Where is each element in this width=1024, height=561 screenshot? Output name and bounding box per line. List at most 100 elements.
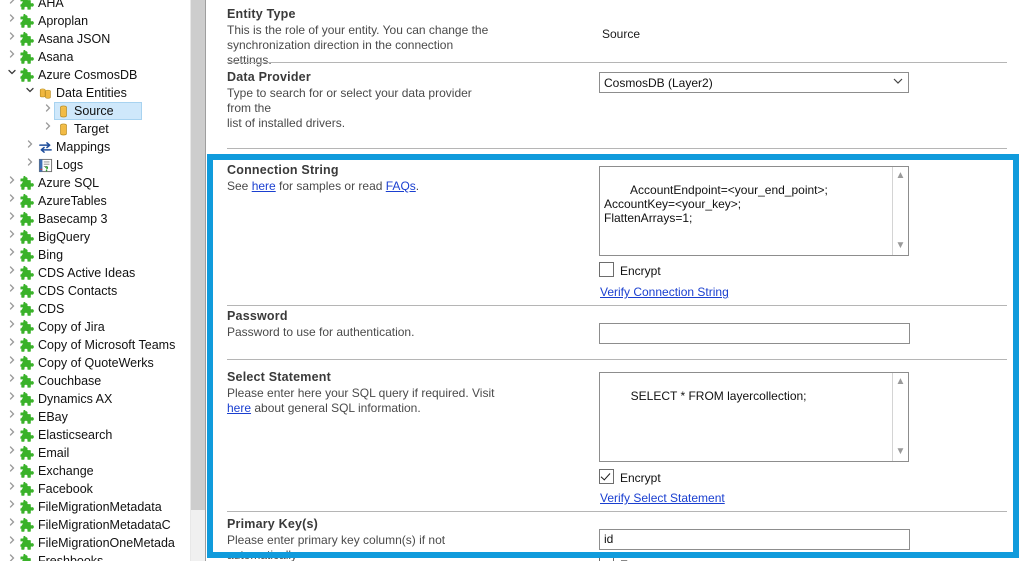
chevron-right-icon[interactable] (40, 120, 56, 138)
chevron-right-icon[interactable] (4, 0, 20, 12)
tree-item-elasticsearch[interactable]: Elasticsearch (0, 426, 190, 444)
chevron-right-icon[interactable] (4, 12, 20, 30)
tree-scrollbar-thumb[interactable] (191, 0, 206, 510)
connection-string-scrollbar[interactable]: ▲ ▼ (892, 167, 908, 255)
scroll-down-icon[interactable]: ▼ (893, 239, 908, 253)
chevron-right-icon[interactable] (4, 192, 20, 210)
tree-item-cds[interactable]: CDS (0, 300, 190, 318)
tree-item-azure-cosmosdb[interactable]: Azure CosmosDB (0, 66, 190, 84)
primary-keys-field[interactable]: id (599, 529, 910, 550)
select-statement-encrypt-checkbox[interactable] (599, 469, 614, 484)
tree-item-azuretables[interactable]: AzureTables (0, 192, 190, 210)
chevron-down-icon[interactable] (22, 84, 38, 102)
tree-item-label: Copy of QuoteWerks (38, 356, 154, 370)
tree-item-label: Facebook (38, 482, 93, 496)
chevron-right-icon[interactable] (4, 480, 20, 498)
data-provider-description: Type to search for or select your data p… (227, 86, 497, 131)
scroll-down-icon[interactable]: ▼ (893, 445, 908, 459)
chevron-right-icon[interactable] (4, 426, 20, 444)
verify-connection-string-link[interactable]: Verify Connection String (600, 285, 729, 299)
chevron-right-icon[interactable] (4, 462, 20, 480)
chevron-right-icon[interactable] (4, 444, 20, 462)
chevron-right-icon[interactable] (4, 300, 20, 318)
chevron-right-icon[interactable] (4, 336, 20, 354)
tree-item-copy-of-jira[interactable]: Copy of Jira (0, 318, 190, 336)
tree-item-bing[interactable]: Bing (0, 246, 190, 264)
tree-item-copy-of-microsoft-teams[interactable]: Copy of Microsoft Teams (0, 336, 190, 354)
chevron-right-icon[interactable] (4, 516, 20, 534)
tree-item-target[interactable]: Target (0, 120, 190, 138)
primary-keys-encrypt-checkbox[interactable] (599, 556, 614, 561)
tree-item-copy-of-quotewerks[interactable]: Copy of QuoteWerks (0, 354, 190, 372)
tree-item-filemigrationmetadata[interactable]: FileMigrationMetadata (0, 498, 190, 516)
tree-item-asana[interactable]: Asana (0, 48, 190, 66)
chevron-right-icon[interactable] (4, 534, 20, 552)
tree-item-aproplan[interactable]: Aproplan (0, 12, 190, 30)
chevron-right-icon[interactable] (4, 228, 20, 246)
verify-select-statement-link[interactable]: Verify Select Statement (600, 491, 725, 505)
chevron-right-icon[interactable] (4, 354, 20, 372)
tree-item-freshbooks[interactable]: Freshbooks (0, 552, 190, 561)
tree-item-facebook[interactable]: Facebook (0, 480, 190, 498)
chevron-right-icon[interactable] (4, 174, 20, 192)
connection-string-encrypt-checkbox[interactable] (599, 262, 614, 277)
chevron-right-icon[interactable] (40, 102, 56, 120)
tree-item-azure-sql[interactable]: Azure SQL (0, 174, 190, 192)
tree-item-bigquery[interactable]: BigQuery (0, 228, 190, 246)
tree-item-source[interactable]: Source (0, 102, 190, 120)
select-statement-encrypt-row[interactable]: Encrypt (599, 469, 661, 485)
tree-item-exchange[interactable]: Exchange (0, 462, 190, 480)
tree-item-aha[interactable]: AHA (0, 0, 190, 12)
connection-string-faqs-link[interactable]: FAQs (386, 179, 416, 193)
tree-item-email[interactable]: Email (0, 444, 190, 462)
tree-item-data-entities[interactable]: Data Entities (0, 84, 190, 102)
connector-tree-panel[interactable]: AHA Aproplan Asana JSON Asana Azure CosmosDB… (0, 0, 190, 561)
chevron-right-icon[interactable] (4, 390, 20, 408)
connection-string-encrypt-row[interactable]: Encrypt (599, 262, 661, 278)
chevron-right-icon[interactable] (4, 372, 20, 390)
chevron-right-icon[interactable] (4, 30, 20, 48)
scroll-up-icon[interactable]: ▲ (893, 375, 908, 389)
tree-vertical-scrollbar[interactable] (190, 0, 206, 561)
chevron-right-icon[interactable] (22, 138, 38, 156)
chevron-right-icon[interactable] (4, 498, 20, 516)
chevron-right-icon[interactable] (4, 408, 20, 426)
tree-item-asana-json[interactable]: Asana JSON (0, 30, 190, 48)
chevron-down-icon[interactable] (4, 66, 20, 84)
chevron-right-icon[interactable] (4, 48, 20, 66)
data-entities-icon (38, 86, 53, 101)
password-field[interactable] (599, 323, 910, 344)
connector-icon (19, 391, 35, 407)
scroll-up-icon[interactable]: ▲ (893, 169, 908, 183)
tree-item-basecamp-3[interactable]: Basecamp 3 (0, 210, 190, 228)
tree-item-couchbase[interactable]: Couchbase (0, 372, 190, 390)
chevron-right-icon[interactable] (4, 246, 20, 264)
chevron-right-icon[interactable] (22, 156, 38, 174)
tree-item-dynamics-ax[interactable]: Dynamics AX (0, 390, 190, 408)
chevron-right-icon[interactable] (4, 210, 20, 228)
tree-item-label: Asana JSON (38, 32, 111, 46)
connection-string-textarea[interactable]: AccountEndpoint=<your_end_point>; Accoun… (599, 166, 909, 256)
chevron-right-icon[interactable] (4, 264, 20, 282)
tree-item-cds-contacts[interactable]: CDS Contacts (0, 282, 190, 300)
select-statement-here-link[interactable]: here (227, 401, 251, 415)
tree-item-filemigrationmetadatac[interactable]: FileMigrationMetadataC (0, 516, 190, 534)
password-description: Password to use for authentication. (227, 325, 415, 339)
tree-item-filemigrationonemetada[interactable]: FileMigrationOneMetada (0, 534, 190, 552)
tree-item-label: BigQuery (38, 230, 91, 244)
tree-item-ebay[interactable]: EBay (0, 408, 190, 426)
tree-item-mappings[interactable]: Mappings (0, 138, 190, 156)
entity-icon (56, 104, 71, 119)
connection-string-here-link[interactable]: here (252, 179, 276, 193)
chevron-right-icon[interactable] (4, 552, 20, 561)
data-provider-select[interactable]: CosmosDB (Layer2) (599, 72, 909, 93)
select-statement-textarea[interactable]: SELECT * FROM layercollection; ▲ ▼ (599, 372, 909, 462)
chevron-right-icon[interactable] (4, 318, 20, 336)
connector-icon (20, 553, 35, 561)
primary-keys-value: id (604, 532, 614, 546)
chevron-right-icon[interactable] (4, 282, 20, 300)
primary-keys-encrypt-row[interactable]: Encrypt (599, 556, 661, 561)
tree-item-cds-active-ideas[interactable]: CDS Active Ideas (0, 264, 190, 282)
select-statement-scrollbar[interactable]: ▲ ▼ (892, 373, 908, 461)
tree-item-logs[interactable]: Logs (0, 156, 190, 174)
